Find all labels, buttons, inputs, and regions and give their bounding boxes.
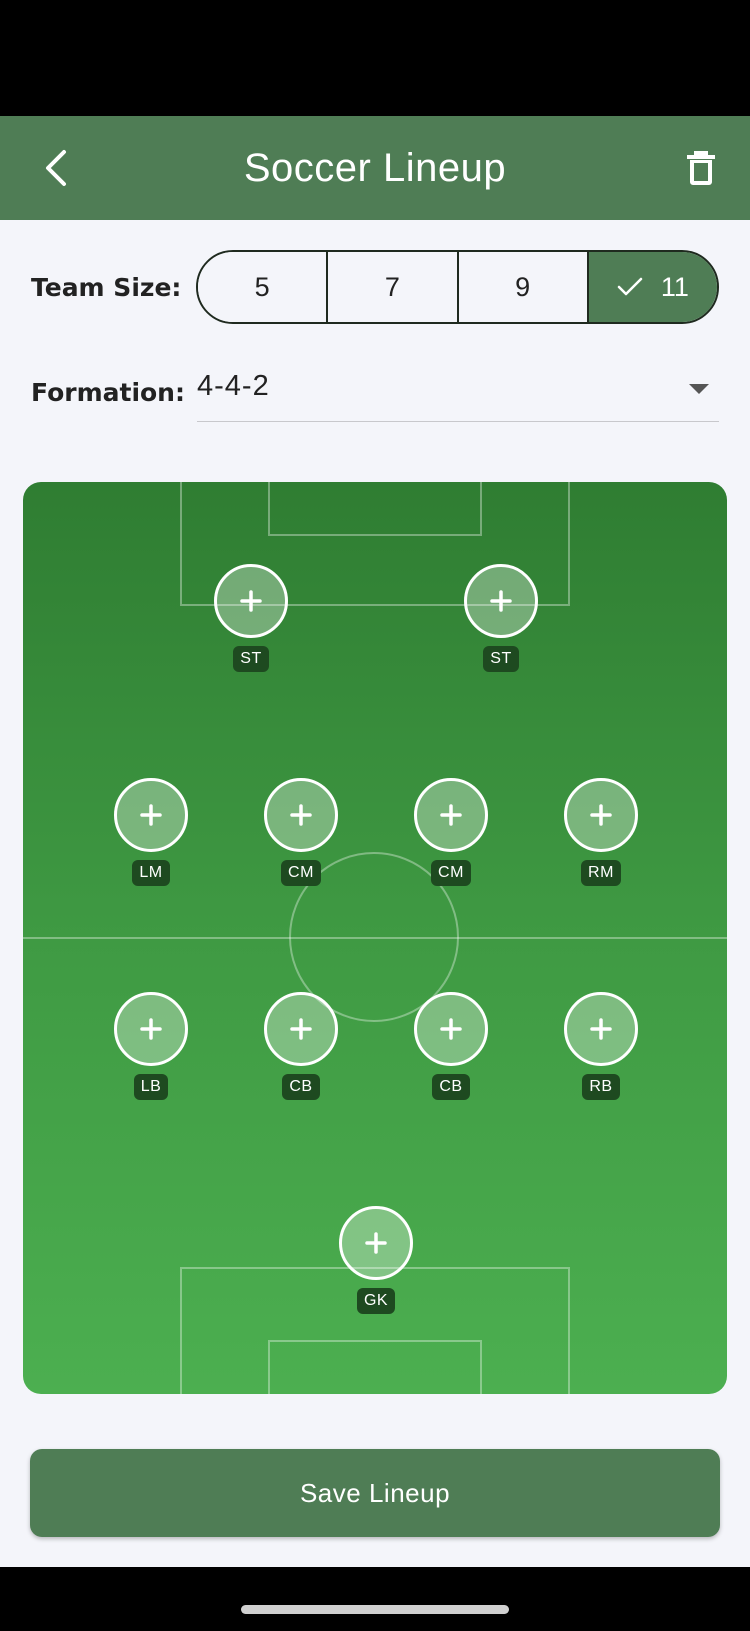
player-slot-cm-right[interactable]: CM <box>413 778 489 886</box>
add-player-button[interactable] <box>114 778 188 852</box>
add-player-button[interactable] <box>114 992 188 1066</box>
soccer-pitch: ST ST LM CM CM RM LB CB CB RB GK <box>23 482 727 1394</box>
check-icon <box>617 277 643 297</box>
caret-down-icon <box>689 384 709 394</box>
formation-value: 4-4-2 <box>197 370 270 402</box>
player-slot-gk[interactable]: GK <box>338 1206 414 1314</box>
add-player-button[interactable] <box>464 564 538 638</box>
app-bar: Soccer Lineup <box>0 116 750 220</box>
player-slot-lb[interactable]: LB <box>113 992 189 1100</box>
position-label: LB <box>133 1074 169 1100</box>
team-size-option-7[interactable]: 7 <box>328 252 459 322</box>
player-slot-cm-left[interactable]: CM <box>263 778 339 886</box>
system-nav-bar <box>0 1567 750 1631</box>
plus-icon <box>440 804 462 826</box>
add-player-button[interactable] <box>414 778 488 852</box>
team-size-option-11[interactable]: 11 <box>588 252 717 322</box>
plus-icon <box>140 804 162 826</box>
position-label: CB <box>432 1074 470 1100</box>
team-size-label: Team Size: <box>31 273 182 302</box>
trash-icon <box>687 151 715 185</box>
team-size-option-9[interactable]: 9 <box>458 252 589 322</box>
player-slot-st-right[interactable]: ST <box>463 564 539 672</box>
position-label: RM <box>581 860 621 886</box>
top-goal-box <box>268 482 482 536</box>
position-label: LM <box>132 860 170 886</box>
position-label: GK <box>356 1288 396 1314</box>
formation-dropdown[interactable]: 4-4-2 <box>197 350 719 422</box>
add-player-button[interactable] <box>414 992 488 1066</box>
plus-icon <box>490 590 512 612</box>
bottom-goal-box <box>268 1340 482 1394</box>
save-lineup-button[interactable]: Save Lineup <box>30 1449 720 1537</box>
plus-icon <box>440 1018 462 1040</box>
player-slot-rm[interactable]: RM <box>563 778 639 886</box>
plus-icon <box>240 590 262 612</box>
position-label: RB <box>582 1074 620 1100</box>
add-player-button[interactable] <box>564 992 638 1066</box>
team-size-selector: 5 7 9 11 <box>196 250 719 324</box>
plus-icon <box>590 804 612 826</box>
status-bar <box>0 0 750 116</box>
position-label: CM <box>281 860 321 886</box>
position-label: ST <box>233 646 269 672</box>
chevron-left-icon <box>46 150 66 186</box>
position-label: CB <box>282 1074 320 1100</box>
home-indicator[interactable] <box>241 1605 509 1614</box>
plus-icon <box>290 1018 312 1040</box>
plus-icon <box>290 804 312 826</box>
player-slot-lm[interactable]: LM <box>113 778 189 886</box>
player-slot-cb-left[interactable]: CB <box>263 992 339 1100</box>
position-label: CM <box>431 860 471 886</box>
player-slot-cb-right[interactable]: CB <box>413 992 489 1100</box>
formation-label: Formation: <box>31 378 185 407</box>
page-title: Soccer Lineup <box>243 145 507 190</box>
add-player-button[interactable] <box>264 778 338 852</box>
add-player-button[interactable] <box>264 992 338 1066</box>
add-player-button[interactable] <box>564 778 638 852</box>
delete-button[interactable] <box>678 145 724 191</box>
add-player-button[interactable] <box>214 564 288 638</box>
player-slot-st-left[interactable]: ST <box>213 564 289 672</box>
position-label: ST <box>483 646 519 672</box>
player-slot-rb[interactable]: RB <box>563 992 639 1100</box>
add-player-button[interactable] <box>339 1206 413 1280</box>
plus-icon <box>590 1018 612 1040</box>
team-size-option-5[interactable]: 5 <box>198 252 329 322</box>
back-button[interactable] <box>34 146 78 190</box>
plus-icon <box>140 1018 162 1040</box>
lineup-content: Team Size: 5 7 9 11 Formation: 4-4-2 ST … <box>0 220 750 1567</box>
plus-icon <box>365 1232 387 1254</box>
